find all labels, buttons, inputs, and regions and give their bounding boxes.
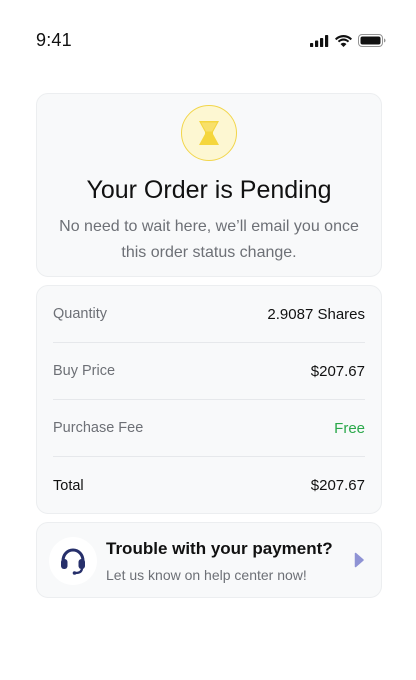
detail-row-purchase-fee: Purchase Fee Free: [53, 400, 365, 457]
hourglass-icon: [199, 121, 219, 145]
page-title: Your Order is Pending: [86, 176, 332, 204]
detail-row-buy-price: Buy Price $207.67: [53, 343, 365, 400]
pending-subtitle: No need to wait here, we’ll email you on…: [45, 214, 373, 266]
buy-price-label: Buy Price: [53, 363, 116, 379]
status-bar: 9:41: [0, 0, 416, 80]
buy-price-value: $207.67: [310, 362, 365, 380]
status-time: 9:41: [36, 30, 72, 50]
detail-row-total: Total $207.67: [53, 457, 365, 514]
quantity-value: 2.9087 Shares: [267, 305, 365, 323]
help-center-card[interactable]: Trouble with your payment? Let us know o…: [36, 522, 382, 598]
system-icons: [310, 34, 386, 47]
total-label: Total: [53, 477, 84, 494]
headset-icon: [61, 548, 85, 575]
battery-icon: [358, 34, 386, 47]
order-pending-card: Your Order is Pending No need to wait he…: [36, 93, 382, 277]
wifi-icon: [335, 34, 352, 47]
purchase-fee-label: Purchase Fee: [53, 420, 144, 436]
detail-row-quantity: Quantity 2.9087 Shares: [53, 286, 365, 343]
help-subtitle: Let us know on help center now!: [106, 567, 307, 583]
purchase-fee-value: Free: [334, 419, 365, 437]
pending-subtitle-line-1: No need to wait here, we’ll email you on…: [59, 218, 359, 235]
quantity-label: Quantity: [53, 306, 107, 322]
total-value: $207.67: [310, 477, 365, 494]
headset-badge: [49, 537, 97, 585]
help-title: Trouble with your payment?: [106, 539, 333, 558]
hourglass-badge: [181, 105, 237, 161]
order-details-card: Quantity 2.9087 Shares Buy Price $207.67…: [36, 285, 382, 514]
pending-subtitle-line-2: this order status change.: [121, 244, 297, 261]
chevron-right-icon[interactable]: [354, 552, 364, 568]
cellular-signal-icon: [310, 34, 329, 47]
